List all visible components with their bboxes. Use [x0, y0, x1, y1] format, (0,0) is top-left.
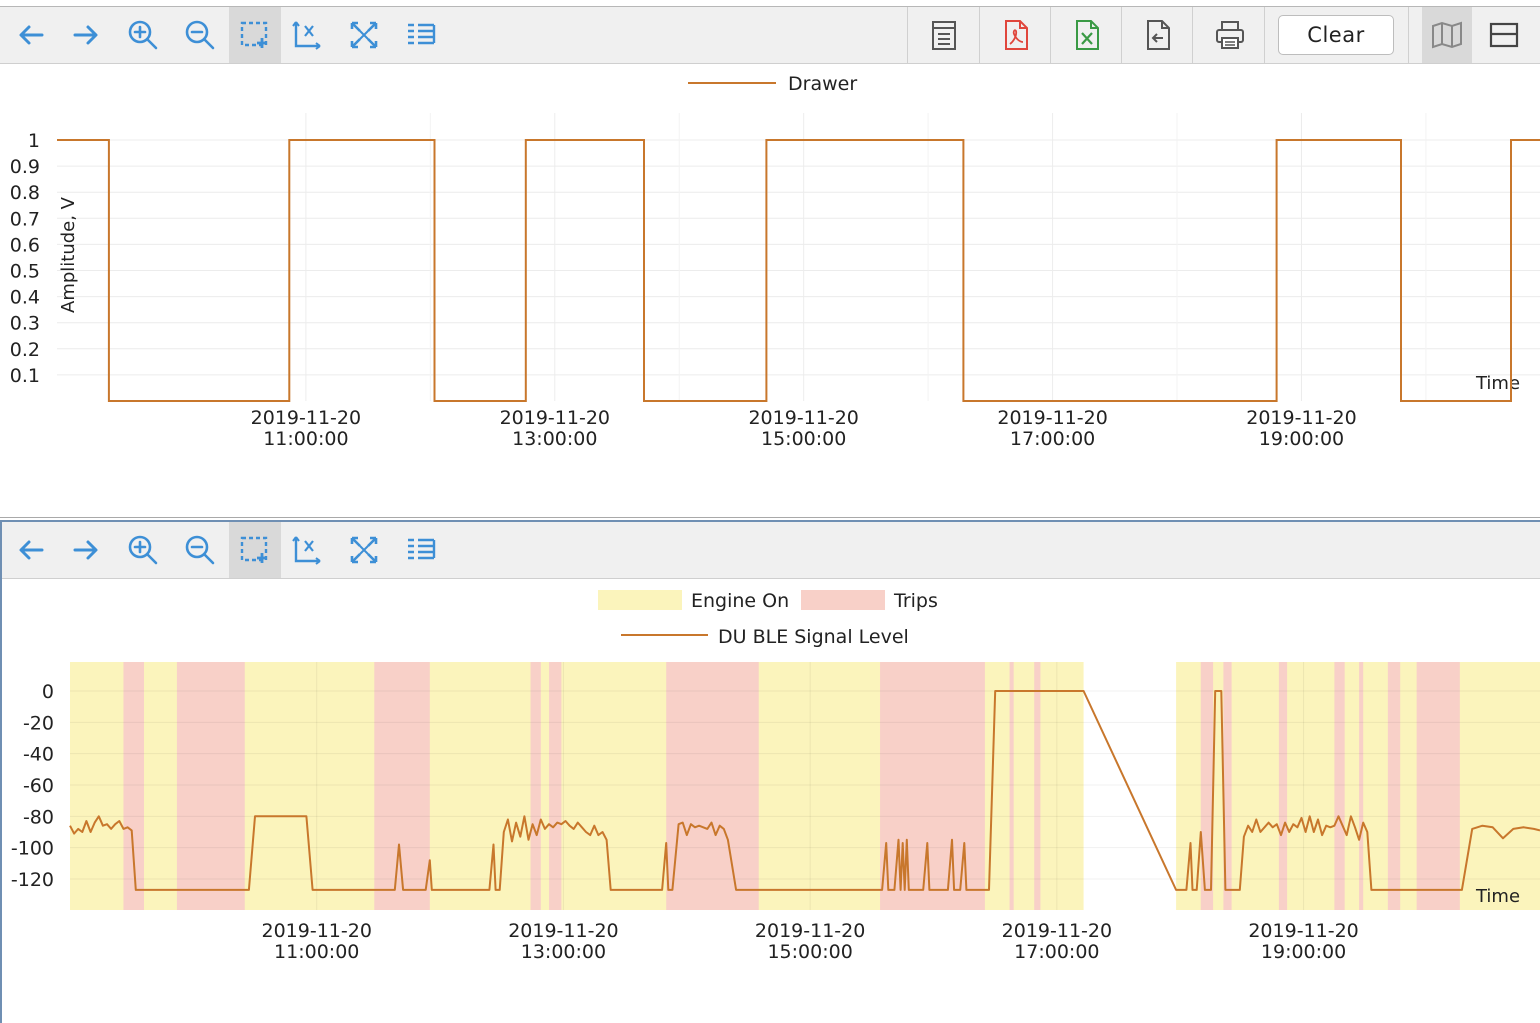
- x-tick-date: 2019-11-20: [1002, 920, 1112, 942]
- print-icon[interactable]: [1204, 7, 1256, 63]
- layout-icon[interactable]: [1478, 7, 1530, 63]
- trip-band: [1334, 662, 1345, 910]
- y-tick-label: -60: [23, 775, 54, 797]
- trip-band: [1009, 662, 1014, 910]
- y-tick-label: 0.5: [10, 261, 40, 283]
- trip-band: [1359, 662, 1364, 910]
- report-icon[interactable]: [918, 7, 970, 63]
- x-tick-date: 2019-11-20: [748, 407, 858, 429]
- x-tick-time: 19:00:00: [1259, 428, 1344, 450]
- legend-swatch-engine-on: [598, 590, 682, 610]
- reset-axis-icon[interactable]: [281, 522, 333, 578]
- legend-swatch-trips: [801, 590, 885, 610]
- map-icon[interactable]: [1422, 7, 1472, 63]
- y-tick-label: 0.1: [10, 365, 40, 387]
- export-file-icon[interactable]: [1132, 7, 1184, 63]
- x-tick-time: 15:00:00: [767, 941, 852, 963]
- x-tick-date: 2019-11-20: [262, 920, 372, 942]
- x-tick-time: 19:00:00: [1261, 941, 1346, 963]
- y-tick-label: 0.4: [10, 287, 40, 309]
- x-tick-date: 2019-11-20: [1248, 920, 1358, 942]
- legend-label-trips: Trips: [893, 590, 938, 612]
- x-tick-date: 2019-11-20: [1246, 407, 1356, 429]
- select-region-icon[interactable]: [229, 522, 281, 578]
- trip-band: [530, 662, 541, 910]
- x-tick-time: 13:00:00: [521, 941, 606, 963]
- y-tick-label: 0.7: [10, 208, 40, 230]
- y-tick-label: -20: [23, 712, 54, 734]
- chart-panel-bottom: Engine On Trips DU BLE Signal Level Time…: [0, 520, 1540, 1023]
- x-tick-date: 2019-11-20: [997, 407, 1107, 429]
- arrow-right-icon[interactable]: [60, 7, 112, 63]
- trip-band: [1416, 662, 1460, 910]
- x-tick-time: 17:00:00: [1010, 428, 1095, 450]
- trip-band: [1387, 662, 1401, 910]
- y-tick-label: 0.9: [10, 156, 40, 178]
- signal-level-chart: Engine On Trips DU BLE Signal Level Time…: [11, 590, 1540, 963]
- select-region-icon[interactable]: [229, 7, 281, 63]
- legend-list-icon[interactable]: [395, 7, 447, 63]
- y-axis-title: Amplitude, V: [58, 196, 79, 313]
- x-tick-date: 2019-11-20: [508, 920, 618, 942]
- x-axis-title: Time: [1475, 373, 1520, 394]
- legend-label-drawer: Drawer: [788, 73, 857, 95]
- chart-panel-top: Clear Drawer Amplitude, V Time 1 0.9 0.8 0.…: [0, 6, 1540, 518]
- fit-all-icon[interactable]: [338, 7, 390, 63]
- x-tick-date: 2019-11-20: [500, 407, 610, 429]
- x-tick-date: 2019-11-20: [755, 920, 865, 942]
- trip-band: [666, 662, 759, 910]
- trip-band: [549, 662, 562, 910]
- x-tick-date: 2019-11-20: [251, 407, 361, 429]
- drawer-chart: Drawer Amplitude, V Time 1 0.9 0.8 0.7 0.6 0.…: [10, 73, 1540, 450]
- x-tick-time: 17:00:00: [1014, 941, 1099, 963]
- clear-button[interactable]: Clear: [1278, 15, 1394, 55]
- legend-list-icon[interactable]: [395, 522, 447, 578]
- trip-band: [176, 662, 245, 910]
- zoom-in-icon[interactable]: [117, 522, 169, 578]
- y-tick-label: 0.3: [10, 313, 40, 335]
- y-tick-label: 0.6: [10, 234, 40, 256]
- y-tick-label: -100: [11, 838, 54, 860]
- chart-toolbar-top: Clear: [0, 7, 1540, 64]
- trip-band: [1034, 662, 1041, 910]
- x-tick-time: 11:00:00: [274, 941, 359, 963]
- x-tick-time: 11:00:00: [263, 428, 348, 450]
- y-tick-label: 0.2: [10, 339, 40, 361]
- excel-icon[interactable]: [1061, 7, 1113, 63]
- x-tick-time: 13:00:00: [512, 428, 597, 450]
- arrow-right-icon[interactable]: [60, 522, 112, 578]
- arrow-left-icon[interactable]: [5, 7, 57, 63]
- zoom-out-icon[interactable]: [174, 7, 226, 63]
- x-axis-title: Time: [1475, 886, 1520, 907]
- y-tick-label: -40: [23, 744, 54, 766]
- fit-all-icon[interactable]: [338, 522, 390, 578]
- x-tick-time: 15:00:00: [761, 428, 846, 450]
- trip-band: [1278, 662, 1288, 910]
- y-tick-label: 0: [42, 681, 54, 703]
- zoom-out-icon[interactable]: [174, 522, 226, 578]
- arrow-left-icon[interactable]: [5, 522, 57, 578]
- legend-label-signal: DU BLE Signal Level: [718, 626, 909, 648]
- y-tick-label: 1: [28, 130, 40, 152]
- y-tick-label: 0.8: [10, 182, 40, 204]
- zoom-in-icon[interactable]: [117, 7, 169, 63]
- y-tick-label: -120: [11, 869, 54, 891]
- pdf-icon[interactable]: [990, 7, 1042, 63]
- chart-toolbar-bottom: [2, 522, 1540, 579]
- legend-label-engine-on: Engine On: [691, 590, 789, 612]
- reset-axis-icon[interactable]: [281, 7, 333, 63]
- y-tick-label: -80: [23, 806, 54, 828]
